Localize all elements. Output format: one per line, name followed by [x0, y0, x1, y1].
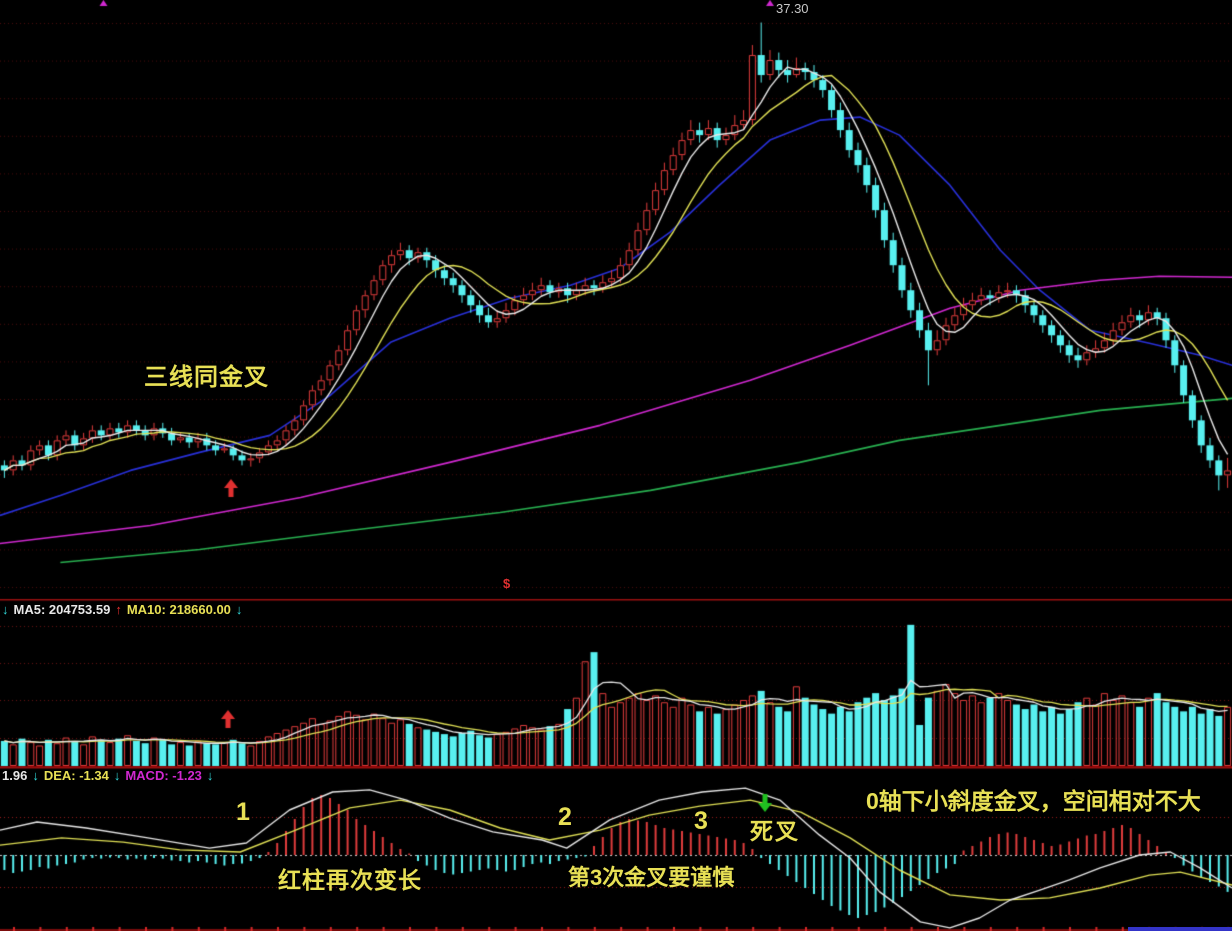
ma5-trend-down-icon: ↓	[2, 603, 9, 616]
zero-axis-note: 0轴下小斜度金叉，空间相对不大	[866, 790, 1201, 813]
golden-cross-1-marker: 1	[236, 800, 250, 825]
golden-cross-3-marker: 3	[694, 809, 708, 834]
third-cross-caution-note: 第3次金叉要谨慎	[568, 867, 734, 889]
macd-indicator-header: 1.96 ↓ DEA: -1.34 ↓ MACD: -1.23 ↓	[2, 769, 213, 782]
volume-indicator-header: ↓ MA5: 204753.59 ↑ MA10: 218660.00 ↓	[2, 603, 242, 616]
volume-ma10-label: MA10: 218660.00	[127, 603, 231, 616]
volume-ma5-label: MA5: 204753.59	[14, 603, 111, 616]
dea-trend-down-icon: ↓	[114, 769, 121, 782]
dif-trend-down-icon: ↓	[32, 769, 39, 782]
golden-cross-annotation: 三线同金叉	[144, 366, 269, 390]
macd-trend-down-icon: ↓	[207, 769, 214, 782]
dea-value-label: DEA: -1.34	[44, 769, 109, 782]
death-cross-annotation: 死叉	[750, 820, 800, 843]
stock-chart-window: 37.30 三线同金叉 $ ↓ MA5: 204753.59 ↑ MA10: 2…	[0, 0, 1232, 931]
dif-value-label: 1.96	[2, 769, 27, 782]
red-histogram-note: 红柱再次变长	[278, 869, 422, 892]
ma10-trend-down-icon: ↓	[236, 603, 243, 616]
ma5-trend-up-icon: ↑	[115, 603, 122, 616]
sell-point-marker: $	[503, 577, 510, 590]
golden-cross-2-marker: 2	[558, 805, 572, 830]
peak-price-label: 37.30	[776, 2, 809, 15]
time-scrollbar-thumb[interactable]	[1128, 927, 1232, 931]
macd-value-label: MACD: -1.23	[125, 769, 202, 782]
